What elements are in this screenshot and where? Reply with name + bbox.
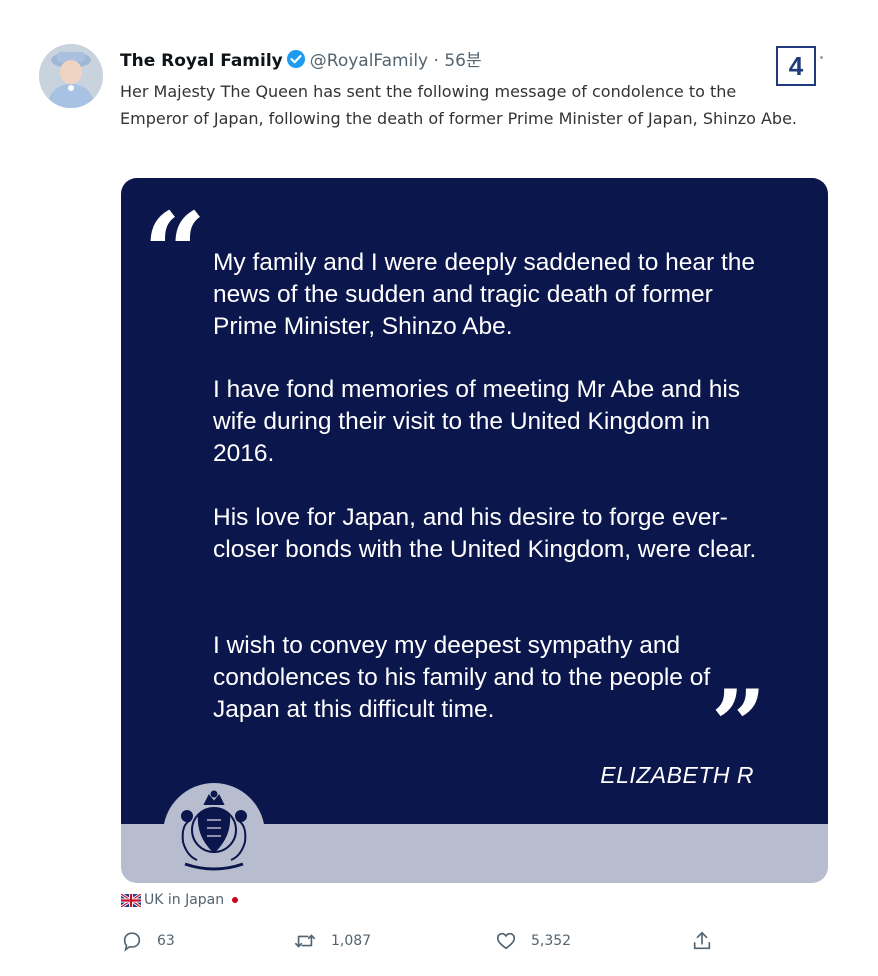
separator-text: ·	[433, 51, 439, 71]
tweet-text: Her Majesty The Queen has sent the follo…	[120, 82, 798, 128]
meta-separator: ·	[428, 51, 444, 71]
author-handle[interactable]: @RoyalFamily	[310, 51, 428, 71]
avatar-image	[39, 44, 103, 108]
japan-flag-icon	[232, 897, 239, 903]
reply-button[interactable]: 63	[121, 930, 175, 952]
quote-close-icon: ”	[711, 669, 767, 782]
card-paragraph-3: His love for Japan, and his desire to fo…	[213, 504, 757, 563]
retweet-icon	[295, 934, 315, 948]
verified-icon	[286, 49, 306, 74]
quote-open-icon: “	[143, 188, 207, 317]
quote-image-card[interactable]: “ My family and I were deeply saddened t…	[121, 178, 828, 883]
avatar[interactable]	[39, 44, 103, 108]
like-button[interactable]: 5,352	[495, 930, 571, 952]
share-button[interactable]	[691, 930, 727, 952]
reply-icon	[123, 932, 141, 952]
like-icon	[496, 932, 516, 950]
tweet-actions: 63 1,087 5,352	[121, 930, 721, 956]
tweet-header: The Royal Family @RoyalFamily · 56분	[120, 46, 482, 74]
retweet-button[interactable]: 1,087	[293, 930, 371, 952]
like-count: 5,352	[531, 933, 572, 949]
uk-flag-icon	[121, 893, 141, 907]
reply-count: 63	[157, 933, 175, 949]
card-paragraph-1: My family and I were deeply saddened to …	[213, 249, 756, 340]
source-tag-label: UK in Japan	[144, 892, 225, 908]
royal-crest-icon	[181, 790, 247, 871]
retweet-count: 1,087	[331, 933, 372, 949]
tweet-time[interactable]: 56분	[444, 51, 481, 71]
more-options-icon[interactable]	[820, 56, 823, 59]
signature: ELIZABETH R	[600, 762, 754, 788]
card-paragraph-2: I have fond memories of meeting Mr Abe a…	[213, 376, 741, 467]
card-paragraph-4: I wish to convey my deepest sympathy and…	[213, 632, 711, 723]
share-icon	[693, 931, 711, 950]
author-name[interactable]: The Royal Family	[120, 51, 283, 71]
source-tag[interactable]: UK in Japan	[121, 892, 239, 908]
